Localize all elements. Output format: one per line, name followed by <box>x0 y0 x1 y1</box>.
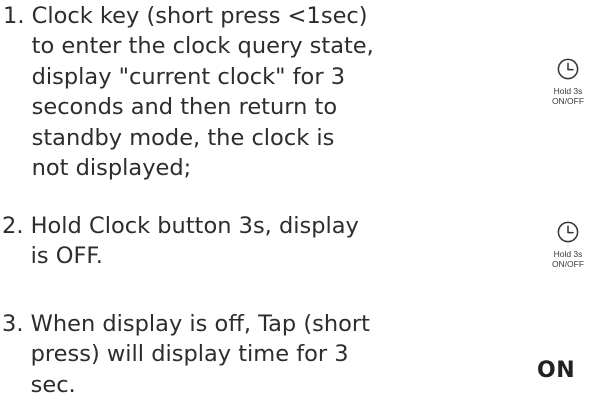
instruction-step-1: 1. Clock key (short press <1sec) to ente… <box>3 1 473 183</box>
step-line: standby mode, the clock is <box>31 124 335 151</box>
step-number: 1. <box>3 3 32 29</box>
step-text: Hold Clock button 3s, display is OFF. <box>31 211 472 272</box>
instruction-step-2: 2. Hold Clock button 3s, display is OFF. <box>2 211 472 272</box>
step-line: is OFF. <box>30 243 103 270</box>
step-line: seconds and then return to <box>31 94 338 121</box>
key-label-line-2: ON/OFF <box>551 258 585 269</box>
step-line: Hold Clock button 3s, display <box>30 213 359 239</box>
clock-icon <box>557 221 579 243</box>
clock-icon <box>557 58 579 80</box>
instruction-step-3: 3. When display is off, Tap (short press… <box>2 309 472 400</box>
step-line: press) will display time for 3 <box>30 341 349 368</box>
step-number: 2. <box>2 213 31 239</box>
step-text: When display is off, Tap (short press) w… <box>31 309 472 400</box>
on-label: ON <box>537 358 576 383</box>
step-line: display "current clock" for 3 <box>31 63 346 90</box>
step-line: not displayed; <box>31 155 192 182</box>
step-line: to enter the clock query state, <box>31 33 374 60</box>
step-line: Clock key (short press <1sec) <box>31 3 368 29</box>
key-label-line-2: ON/OFF <box>551 95 585 106</box>
clock-key-hold-3s-1: Hold 3s ON/OFF <box>543 58 590 106</box>
step-line: When display is off, Tap (short <box>30 311 370 337</box>
step-text: Clock key (short press <1sec) to enter t… <box>32 1 473 183</box>
step-number: 3. <box>2 311 31 337</box>
clock-key-hold-3s-2: Hold 3s ON/OFF <box>543 221 590 269</box>
step-line: sec. <box>30 371 76 398</box>
